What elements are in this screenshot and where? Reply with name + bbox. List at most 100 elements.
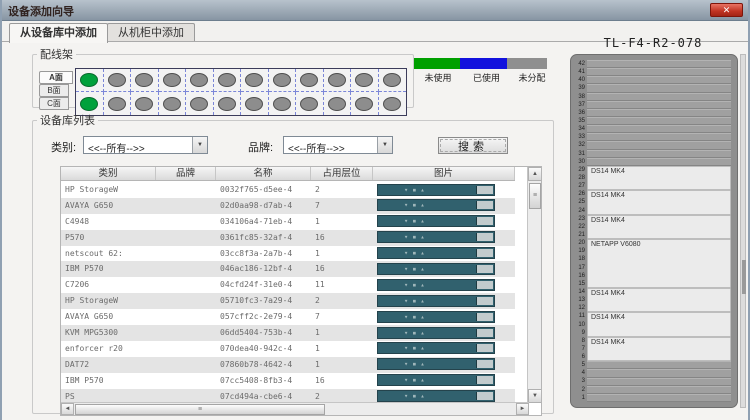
panel-side-tab-3[interactable]: C面 bbox=[39, 97, 69, 110]
cell-category: C4948 bbox=[61, 214, 156, 230]
rack-slot-numbers: 4241403938373635343332313029282726252423… bbox=[571, 60, 587, 402]
port[interactable] bbox=[355, 97, 373, 111]
horizontal-scroll-thumb[interactable]: ≡ bbox=[75, 404, 325, 415]
vertical-scroll-thumb[interactable]: ≡ bbox=[529, 183, 541, 209]
rack-scroll-thumb[interactable] bbox=[742, 260, 746, 294]
rack-empty-slot bbox=[587, 76, 731, 84]
port[interactable] bbox=[108, 73, 126, 87]
port[interactable] bbox=[328, 97, 346, 111]
port[interactable] bbox=[135, 97, 153, 111]
port[interactable] bbox=[273, 73, 291, 87]
cell-brand bbox=[156, 277, 216, 293]
port[interactable] bbox=[245, 97, 263, 111]
cell-picture: ▾▪▴ bbox=[373, 309, 515, 325]
port[interactable] bbox=[218, 73, 236, 87]
cell-category: AVAYA G650 bbox=[61, 198, 156, 214]
column-header[interactable]: 占用层位 bbox=[311, 167, 373, 180]
rack-slot-number: 4 bbox=[571, 369, 587, 377]
port[interactable] bbox=[273, 97, 291, 111]
rack-device-block[interactable]: DS14 MK4 bbox=[587, 190, 731, 214]
column-header[interactable]: 类别 bbox=[61, 167, 156, 180]
port[interactable] bbox=[163, 73, 181, 87]
port[interactable] bbox=[218, 97, 236, 111]
cell-picture: ▾▪▴ bbox=[373, 293, 515, 309]
chevron-down-icon[interactable]: ▼ bbox=[377, 137, 392, 153]
column-header[interactable]: 图片 bbox=[373, 167, 515, 180]
device-thumbnail-tail bbox=[476, 281, 493, 289]
close-button[interactable]: ✕ bbox=[710, 3, 743, 17]
port[interactable] bbox=[190, 97, 208, 111]
rack-slot-number: 23 bbox=[571, 215, 587, 223]
brand-select[interactable]: <<--所有-->> ▼ bbox=[283, 136, 393, 154]
column-header[interactable]: 名称 bbox=[216, 167, 311, 180]
port[interactable] bbox=[383, 97, 401, 111]
table-row[interactable]: HP StorageW0032f765-d5ee-42▾▪▴ bbox=[61, 182, 515, 198]
table-row[interactable]: enforcer r20070dea40-942c-41▾▪▴ bbox=[61, 341, 515, 357]
scroll-right-icon[interactable]: ► bbox=[516, 403, 529, 415]
tab-add-from-library[interactable]: 从设备库中添加 bbox=[9, 23, 108, 43]
cell-name: 0361fc85-32af-4 bbox=[216, 230, 311, 246]
search-button[interactable]: 搜索 bbox=[438, 137, 508, 154]
port[interactable] bbox=[163, 97, 181, 111]
scroll-left-icon[interactable]: ◄ bbox=[61, 403, 74, 415]
rack-device-block[interactable]: DS14 MK4 bbox=[587, 312, 731, 336]
device-thumbnail-tail bbox=[476, 186, 493, 194]
port[interactable] bbox=[245, 73, 263, 87]
cell-picture: ▾▪▴ bbox=[373, 277, 515, 293]
port[interactable] bbox=[300, 97, 318, 111]
table-row[interactable]: DAT7207860b78-4642-41▾▪▴ bbox=[61, 357, 515, 373]
table-row[interactable]: C4948034106a4-71eb-41▾▪▴ bbox=[61, 214, 515, 230]
rack-slot-number: 26 bbox=[571, 190, 587, 198]
column-header[interactable]: 品牌 bbox=[156, 167, 216, 180]
patch-panel-group: 配线架 A面B面C面 bbox=[32, 46, 414, 108]
panel-side-tab-2[interactable]: B面 bbox=[39, 84, 69, 97]
cell-name: 0032f765-d5ee-4 bbox=[216, 182, 311, 198]
rack-scrollbar[interactable] bbox=[740, 54, 746, 408]
port-cell bbox=[159, 69, 187, 92]
port[interactable] bbox=[383, 73, 401, 87]
port[interactable] bbox=[80, 97, 98, 111]
table-row[interactable]: KVM MPG530006dd5404-753b-41▾▪▴ bbox=[61, 325, 515, 341]
rack-device-block[interactable]: DS14 MK4 bbox=[587, 337, 731, 361]
port[interactable] bbox=[108, 97, 126, 111]
port[interactable] bbox=[190, 73, 208, 87]
chevron-down-icon[interactable]: ▼ bbox=[192, 137, 207, 153]
device-thumbnail-tail bbox=[476, 360, 493, 368]
port[interactable] bbox=[80, 73, 98, 87]
table-row[interactable]: AVAYA G650057cff2c-2e79-47▾▪▴ bbox=[61, 309, 515, 325]
table-row[interactable]: IBM P570046ac186-12bf-416▾▪▴ bbox=[61, 261, 515, 277]
rack-device-block[interactable]: NETAPP V6080 bbox=[587, 239, 731, 288]
table-row[interactable]: HP StorageW05710fc3-7a29-42▾▪▴ bbox=[61, 293, 515, 309]
titlebar[interactable]: 设备添加向导 ✕ bbox=[2, 0, 748, 21]
table-row[interactable]: netscout 62:03cc8f3a-2a7b-41▾▪▴ bbox=[61, 246, 515, 262]
scroll-down-icon[interactable]: ▼ bbox=[528, 389, 542, 403]
legend-labels: 未使用已使用未分配 bbox=[414, 71, 554, 84]
rack-device-block[interactable]: DS14 MK4 bbox=[587, 166, 731, 190]
port[interactable] bbox=[328, 73, 346, 87]
table-row[interactable]: P5700361fc85-32af-416▾▪▴ bbox=[61, 230, 515, 246]
table-row[interactable]: AVAYA G65002d0aa98-d7ab-47▾▪▴ bbox=[61, 198, 515, 214]
rack-slot-number: 24 bbox=[571, 207, 587, 215]
tab-add-from-cabinet[interactable]: 从机柜中添加 bbox=[107, 23, 195, 42]
cell-picture: ▾▪▴ bbox=[373, 182, 515, 198]
scroll-up-icon[interactable]: ▲ bbox=[528, 167, 542, 181]
rack-empty-slot bbox=[587, 394, 731, 402]
rack-slot-number: 20 bbox=[571, 239, 587, 247]
legend-swatch bbox=[414, 58, 460, 69]
table-horizontal-scrollbar[interactable]: ◄ ≡ ► bbox=[61, 402, 529, 415]
rack: 4241403938373635343332313029282726252423… bbox=[570, 54, 738, 408]
table-row[interactable]: IBM P57007cc5408-8fb3-416▾▪▴ bbox=[61, 373, 515, 389]
window-title: 设备添加向导 bbox=[8, 3, 74, 19]
table-row[interactable]: C720604cfd24f-31e0-411▾▪▴ bbox=[61, 277, 515, 293]
rack-slots: DS14 MK4DS14 MK4DS14 MK4NETAPP V6080DS14… bbox=[587, 60, 731, 402]
rack-device-block[interactable]: DS14 MK4 bbox=[587, 215, 731, 239]
table-vertical-scrollbar[interactable]: ▲ ≡ ▼ bbox=[527, 167, 541, 403]
port[interactable] bbox=[355, 73, 373, 87]
device-thumbnail-image: ▾▪▴ bbox=[377, 358, 495, 370]
panel-side-tab-1[interactable]: A面 bbox=[39, 71, 73, 84]
rack-device-block[interactable]: DS14 MK4 bbox=[587, 288, 731, 312]
port[interactable] bbox=[135, 73, 153, 87]
port[interactable] bbox=[300, 73, 318, 87]
category-select[interactable]: <<--所有-->> ▼ bbox=[83, 136, 208, 154]
rack-slot-number: 37 bbox=[571, 101, 587, 109]
